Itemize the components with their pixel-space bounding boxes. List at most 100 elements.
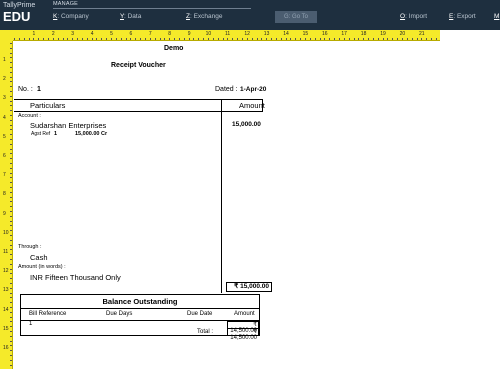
ruler-h-tick [406, 38, 408, 40]
ruler-h-number: 12 [244, 31, 250, 37]
top-bar: TallyPrime EDU MANAGE K: Company Y: Data… [0, 0, 500, 30]
ruler-h-tick [382, 38, 384, 40]
balance-title-rule [21, 308, 259, 309]
ruler-v-number: 12 [3, 268, 9, 275]
goto-button[interactable]: G: Go To [275, 11, 317, 23]
ruler-v-tick [10, 287, 12, 289]
export-menu[interactable]: E: Export [449, 13, 476, 20]
ruler-v-tick [10, 244, 12, 246]
ruler-v-tick [10, 268, 12, 270]
account-label: Account : [18, 113, 41, 119]
ruler-h-tick [91, 38, 93, 40]
ruler-h-tick [33, 38, 35, 40]
ruler-h-tick [275, 38, 277, 40]
ruler-v-tick [10, 172, 12, 174]
ruler-h-tick [256, 38, 258, 40]
ruler-h-tick [174, 38, 176, 40]
bill-ref-amount: 15,000.00 Cr [75, 131, 108, 137]
ruler-v-tick [10, 139, 12, 140]
ruler-h-tick [62, 38, 64, 40]
data-menu[interactable]: Y: Data [120, 13, 141, 20]
balance-total-label: Total : [197, 329, 214, 335]
account-name: Sudarshan Enterprises [30, 121, 107, 130]
import-menu[interactable]: O: Import [400, 13, 427, 20]
voucher-no-label: No. : [18, 86, 33, 93]
ruler-v-tick [10, 182, 12, 184]
ruler-v-tick [10, 340, 12, 342]
balance-outstanding-table: Balance Outstanding Bill Reference Due D… [20, 294, 260, 341]
ruler-h-number: 2 [51, 31, 55, 37]
ruler-h-tick [217, 38, 219, 40]
ruler-v-number: 14 [3, 306, 9, 313]
ruler-v-tick [10, 273, 12, 275]
exchange-menu[interactable]: Z: Exchange [186, 13, 223, 20]
export-menu-label: : Export [453, 13, 476, 20]
ruler-h-tick [169, 38, 171, 40]
ruler-v-tick [10, 230, 12, 232]
edition-label: EDU [3, 9, 31, 24]
ruler-h-tick [159, 38, 161, 40]
ruler-v-tick [10, 225, 12, 227]
ruler-v-tick [10, 345, 12, 347]
ruler-v-tick [10, 211, 12, 212]
ruler-h-tick [52, 38, 54, 40]
ruler-v-tick [10, 129, 12, 131]
ruler-v-tick [10, 86, 12, 88]
ruler-v-tick [10, 297, 12, 299]
ruler-h-tick [149, 38, 151, 40]
ruler-h-tick [38, 38, 40, 40]
ruler-h-tick [111, 38, 112, 40]
bill-ref-row-value: 1 [29, 321, 33, 327]
ruler-v-tick [10, 110, 12, 112]
ruler-h-tick [18, 38, 20, 40]
ruler-v-number: 13 [3, 287, 9, 294]
ruler-v-tick [10, 235, 12, 236]
through-value: Cash [30, 253, 48, 262]
ruler-h-tick [246, 38, 248, 40]
voucher-no: 1 [37, 86, 41, 93]
bill-reference-header: Bill Reference [29, 311, 67, 317]
ruler-h-number: 21 [419, 31, 425, 37]
ruler-v-tick [10, 249, 12, 251]
ruler-h-tick [324, 38, 326, 40]
ruler-h-tick [295, 38, 297, 40]
ruler-v-tick [10, 307, 12, 308]
ruler-h-tick [237, 38, 239, 40]
ruler-h-tick [387, 38, 389, 40]
ruler-h-tick [208, 38, 209, 40]
ruler-h-number: 20 [399, 31, 406, 37]
ruler-v-tick [10, 187, 12, 188]
account-amount: 15,000.00 [232, 121, 261, 128]
bill-ref-type: Agst Ref [31, 131, 51, 137]
ruler-h-tick [198, 38, 200, 40]
ruler-h-tick [96, 38, 98, 40]
ruler-v-tick [10, 283, 12, 284]
ruler-h-tick [266, 38, 268, 40]
ruler-h-tick [28, 38, 30, 40]
ruler-h-number: 18 [360, 31, 367, 37]
ruler-v-tick [10, 254, 12, 256]
ruler-h-tick [368, 38, 370, 40]
ruler-h-tick [397, 38, 399, 40]
ruler-h-tick [164, 38, 166, 40]
ruler-v-tick [10, 278, 12, 280]
ruler-h-tick [372, 38, 374, 40]
ruler-h-number: 19 [380, 31, 386, 37]
voucher-type-title: Receipt Voucher [111, 62, 166, 69]
company-menu[interactable]: K: Company [53, 13, 89, 20]
ruler-h-tick [77, 38, 79, 40]
ruler-v-tick [10, 177, 12, 179]
ruler-v-tick [10, 143, 12, 145]
ruler-h-tick [358, 38, 360, 40]
ruler-v-tick [10, 311, 12, 313]
exchange-menu-label: : Exchange [189, 13, 223, 20]
ruler-h-number: 7 [148, 31, 152, 37]
amount-in-words: INR Fifteen Thousand Only [30, 273, 121, 282]
ruler-h-tick [135, 38, 137, 40]
ruler-h-tick [271, 38, 273, 40]
ruler-h-number: 5 [110, 31, 113, 37]
ruler-h-tick [125, 38, 127, 40]
due-date-header: Due Date [187, 311, 213, 317]
more-menu[interactable]: M [494, 13, 499, 20]
ruler-h-tick [353, 38, 355, 40]
